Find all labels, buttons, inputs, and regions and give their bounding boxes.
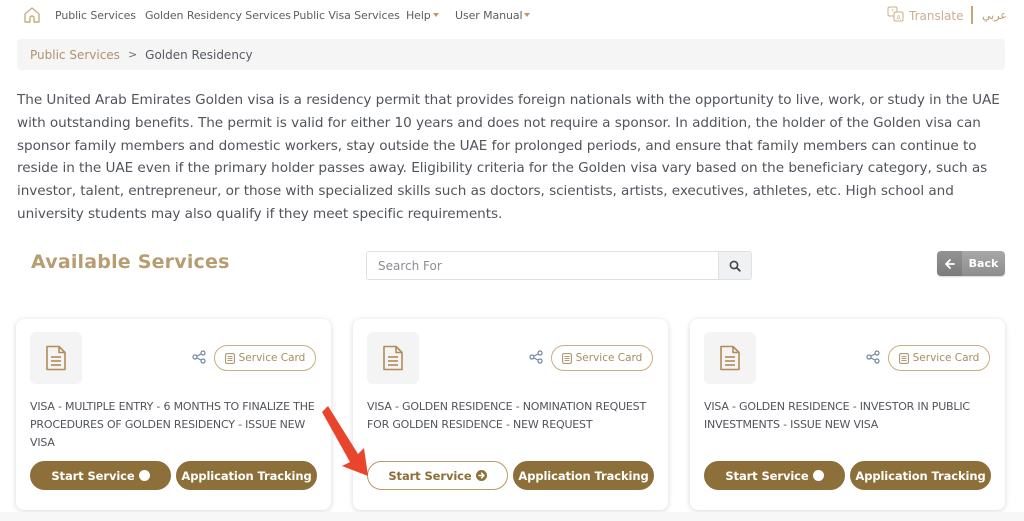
service-card-button[interactable]: Service Card bbox=[551, 345, 653, 371]
list-icon bbox=[898, 352, 909, 364]
document-icon bbox=[720, 345, 740, 371]
arrow-circle-right-icon bbox=[812, 470, 824, 481]
application-tracking-label: Application Tracking bbox=[518, 468, 649, 483]
service-card-button[interactable]: Service Card bbox=[214, 345, 316, 371]
service-title: VISA - MULTIPLE ENTRY - 6 MONTHS TO FINA… bbox=[30, 400, 315, 449]
document-icon bbox=[383, 345, 403, 371]
breadcrumb-public-services[interactable]: Public Services bbox=[30, 48, 120, 62]
list-icon bbox=[561, 352, 572, 364]
document-icon bbox=[46, 345, 66, 371]
service-card-button[interactable]: Service Card bbox=[888, 345, 990, 371]
arrow-circle-right-icon bbox=[138, 470, 150, 481]
breadcrumb-current: Golden Residency bbox=[145, 47, 253, 62]
nav-golden-residency-services[interactable]: Golden Residency Services bbox=[145, 9, 291, 22]
caret-down-icon bbox=[524, 13, 531, 17]
nav-public-visa-services[interactable]: Public Visa Services bbox=[293, 9, 400, 22]
share-icon[interactable] bbox=[529, 349, 543, 368]
application-tracking-button[interactable]: Application Tracking bbox=[513, 461, 654, 490]
nav-public-services[interactable]: Public Services bbox=[55, 9, 136, 22]
back-label: Back bbox=[968, 257, 999, 270]
nav-help[interactable]: Help bbox=[406, 9, 439, 22]
golden-visa-description: The United Arab Emirates Golden visa is … bbox=[17, 92, 1000, 222]
start-service-label: Start Service bbox=[388, 468, 472, 483]
service-title: VISA - GOLDEN RESIDENCE - INVESTOR IN PU… bbox=[704, 400, 970, 431]
page-bottom-strip bbox=[0, 512, 1024, 521]
start-service-label: Start Service bbox=[51, 468, 135, 483]
list-icon bbox=[224, 352, 235, 364]
back-button[interactable]: Back bbox=[937, 251, 1005, 276]
service-card: Service Card VISA - GOLDEN RESIDENCE - N… bbox=[353, 319, 668, 510]
search-input[interactable] bbox=[367, 252, 718, 279]
arrow-left-icon bbox=[937, 251, 962, 276]
start-service-button[interactable]: Start Service bbox=[704, 461, 845, 490]
application-tracking-label: Application Tracking bbox=[855, 468, 986, 483]
breadcrumb: Public Services > Golden Residency bbox=[17, 39, 1005, 70]
service-card: Service Card VISA - GOLDEN RESIDENCE - I… bbox=[690, 319, 1005, 510]
start-service-button[interactable]: Start Service bbox=[367, 461, 508, 490]
application-tracking-button[interactable]: Application Tracking bbox=[176, 461, 317, 490]
service-document-icon-box bbox=[30, 332, 82, 384]
application-tracking-button[interactable]: Application Tracking bbox=[850, 461, 991, 490]
home-icon[interactable] bbox=[22, 5, 42, 25]
application-tracking-label: Application Tracking bbox=[181, 468, 312, 483]
share-icon[interactable] bbox=[866, 349, 880, 368]
caret-down-icon bbox=[432, 13, 439, 17]
arrow-circle-right-icon bbox=[475, 470, 487, 481]
service-card-label: Service Card bbox=[238, 352, 306, 364]
available-services-title: Available Services bbox=[31, 251, 230, 273]
service-document-icon-box bbox=[367, 332, 419, 384]
search-button[interactable] bbox=[718, 252, 751, 279]
service-card: Service Card VISA - MULTIPLE ENTRY - 6 M… bbox=[16, 319, 331, 510]
language-switch-arabic[interactable]: عربي bbox=[982, 9, 1007, 22]
nav-user-manual[interactable]: User Manual bbox=[455, 9, 531, 22]
top-navigation: Public Services Golden Residency Service… bbox=[0, 0, 1024, 32]
translate-label: Translate bbox=[909, 9, 964, 23]
breadcrumb-separator: > bbox=[127, 48, 138, 61]
start-service-label: Start Service bbox=[725, 468, 809, 483]
service-title: VISA - GOLDEN RESIDENCE - NOMINATION REQ… bbox=[367, 400, 646, 431]
search-icon bbox=[729, 260, 741, 272]
service-card-label: Service Card bbox=[912, 352, 980, 364]
language-divider bbox=[971, 6, 973, 24]
service-card-label: Service Card bbox=[575, 352, 643, 364]
service-document-icon-box bbox=[704, 332, 756, 384]
nav-user-manual-label: User Manual bbox=[455, 9, 523, 22]
share-icon[interactable] bbox=[192, 349, 206, 368]
nav-help-label: Help bbox=[406, 9, 431, 22]
search-box bbox=[366, 251, 752, 280]
start-service-button[interactable]: Start Service bbox=[30, 461, 171, 490]
translate-icon: A * bbox=[887, 6, 905, 26]
translate-button[interactable]: A * Translate bbox=[887, 6, 964, 26]
